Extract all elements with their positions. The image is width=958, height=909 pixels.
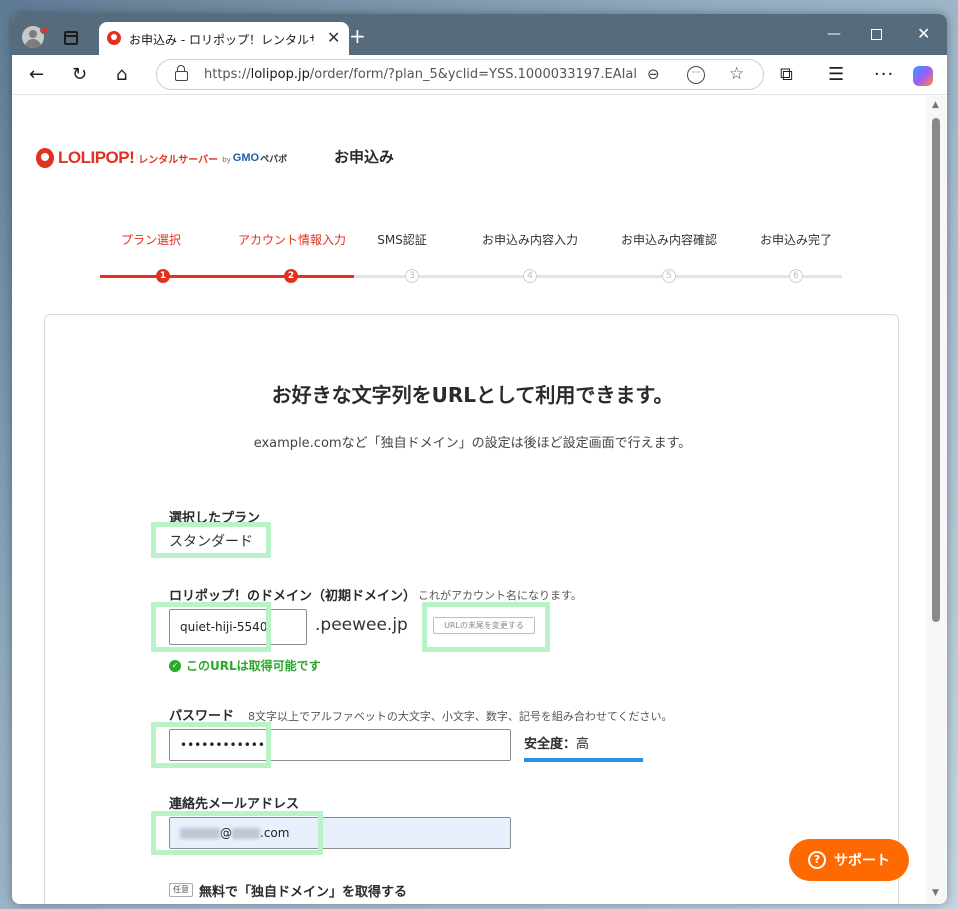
- form-heading: お好きな文字列をURLとして利用できます。: [271, 383, 674, 407]
- logo-pepabo-text: ペパボ: [260, 154, 288, 165]
- tab-active[interactable]: お申込み - ロリポップ！レンタルサーバ ✕: [99, 22, 349, 55]
- domain-available-text: このURLは取得可能です: [186, 659, 321, 673]
- logo-main-text: LOLIPOP!: [58, 148, 135, 167]
- strength-meter: [524, 758, 643, 762]
- tab-title: お申込み - ロリポップ！レンタルサーバ: [129, 33, 314, 47]
- scroll-down-icon[interactable]: ▼: [932, 888, 939, 898]
- page-title: お申込み: [334, 148, 395, 166]
- step-4: お申込み内容入力: [482, 231, 578, 248]
- address-bar[interactable]: https://lolipop.jp/order/form/?plan_5&yc…: [156, 59, 764, 90]
- password-note: 8文字以上でアルファベットの大文字、小文字、数字、記号を組み合わせてください。: [248, 710, 673, 723]
- close-window-button[interactable]: ✕: [917, 26, 930, 42]
- signup-form-card: お好きな文字列をURLとして利用できます。 example.comなど「独自ドメ…: [44, 314, 899, 904]
- url-text[interactable]: https://lolipop.jp/order/form/?plan_5&yc…: [204, 67, 636, 83]
- step-line-done: [100, 275, 354, 278]
- highlight-change-button: [422, 602, 550, 652]
- strength-value: 高: [576, 737, 590, 752]
- step-3-label: SMS認証: [377, 233, 427, 247]
- highlight-domain: [151, 602, 271, 652]
- progress-steps: プラン選択 1 アカウント情報入力 2 SMS認証 3 お申込み内容入力 4 お…: [100, 231, 842, 283]
- optional-badge: 任意: [169, 883, 193, 897]
- browser-window: お申込み - ロリポップ！レンタルサーバ ✕ + — ✕ ← ↻ ⌂ https…: [12, 14, 947, 904]
- maximize-button[interactable]: [871, 29, 882, 40]
- step-6: お申込み完了: [760, 231, 832, 248]
- lock-icon[interactable]: [175, 65, 188, 81]
- help-icon: ?: [808, 851, 826, 869]
- highlight-plan: [151, 522, 271, 558]
- optional-domain-label: 無料で「独自ドメイン」を取得する: [199, 885, 408, 900]
- step-3-number: 3: [405, 269, 419, 283]
- domain-note: これがアカウント名になります。: [418, 589, 582, 602]
- reload-icon[interactable]: ↻: [72, 65, 87, 85]
- logo-by-text: by: [222, 156, 231, 164]
- minimize-button[interactable]: —: [827, 26, 841, 42]
- check-circle-icon: ✓: [169, 659, 181, 672]
- lolipop-favicon-icon: [107, 31, 121, 45]
- highlight-password: [151, 722, 271, 768]
- copilot-icon[interactable]: [913, 66, 933, 86]
- password-strength: 安全度：高: [524, 733, 589, 752]
- scroll-thumb[interactable]: [932, 118, 940, 622]
- step-1-number: 1: [156, 269, 170, 283]
- step-5: お申込み内容確認: [621, 231, 717, 248]
- step-5-label: お申込み内容確認: [621, 233, 718, 247]
- step-line-remaining: [354, 275, 842, 278]
- favorite-star-icon[interactable]: ☆: [729, 65, 744, 83]
- step-4-label: お申込み内容入力: [482, 233, 579, 247]
- tab-actions-icon[interactable]: [64, 31, 78, 45]
- zoom-out-icon[interactable]: ⊖: [647, 65, 660, 83]
- read-aloud-icon[interactable]: ···: [687, 66, 705, 84]
- domain-available-message: ✓ このURLは取得可能です: [169, 657, 321, 674]
- step-3: SMS認証: [377, 231, 427, 248]
- step-5-number: 5: [662, 269, 676, 283]
- form-subheading: example.comなど「独自ドメイン」の設定は後ほど設定画面で行えます。: [253, 436, 692, 451]
- lolipop-logo[interactable]: LOLIPOP! レンタルサーバー by GMO ペパボ: [36, 146, 287, 170]
- back-arrow-icon[interactable]: ←: [29, 65, 44, 85]
- favorites-icon[interactable]: ☰: [828, 65, 844, 85]
- step-2-number: 2: [284, 269, 298, 283]
- step-4-number: 4: [523, 269, 537, 283]
- scrollbar[interactable]: ▲ ▼: [926, 96, 947, 904]
- lolipop-logo-icon: [36, 148, 54, 168]
- browser-toolbar: ← ↻ ⌂ https://lolipop.jp/order/form/?pla…: [12, 55, 947, 95]
- home-icon[interactable]: ⌂: [116, 65, 127, 85]
- step-1-label: プラン選択: [120, 233, 181, 247]
- email-label: 連絡先メールアドレス: [169, 797, 300, 812]
- step-6-label: お申込み完了: [760, 233, 833, 247]
- new-tab-button[interactable]: +: [349, 26, 366, 46]
- extensions-icon[interactable]: ⧉: [780, 65, 793, 85]
- tab-close-icon[interactable]: ✕: [327, 29, 340, 47]
- page-content: LOLIPOP! レンタルサーバー by GMO ペパボ お申込み プラン選択 …: [12, 96, 947, 904]
- notification-dot: [40, 26, 48, 34]
- domain-suffix: .peewee.jp: [315, 615, 408, 635]
- support-button[interactable]: ? サポート: [789, 839, 909, 881]
- step-6-number: 6: [789, 269, 803, 283]
- logo-gmo-text: GMO: [232, 152, 260, 164]
- strength-label: 安全度：: [524, 737, 577, 752]
- support-label: サポート: [834, 853, 890, 869]
- step-2-label: アカウント情報入力: [237, 233, 346, 247]
- logo-sub-text: レンタルサーバー: [138, 154, 219, 166]
- tab-strip: お申込み - ロリポップ！レンタルサーバ ✕ + — ✕: [12, 14, 947, 55]
- scroll-up-icon[interactable]: ▲: [932, 100, 939, 110]
- highlight-email: [151, 811, 323, 855]
- more-options-icon[interactable]: ···: [874, 65, 894, 85]
- step-2: アカウント情報入力: [237, 231, 347, 248]
- step-1: プラン選択: [120, 231, 182, 248]
